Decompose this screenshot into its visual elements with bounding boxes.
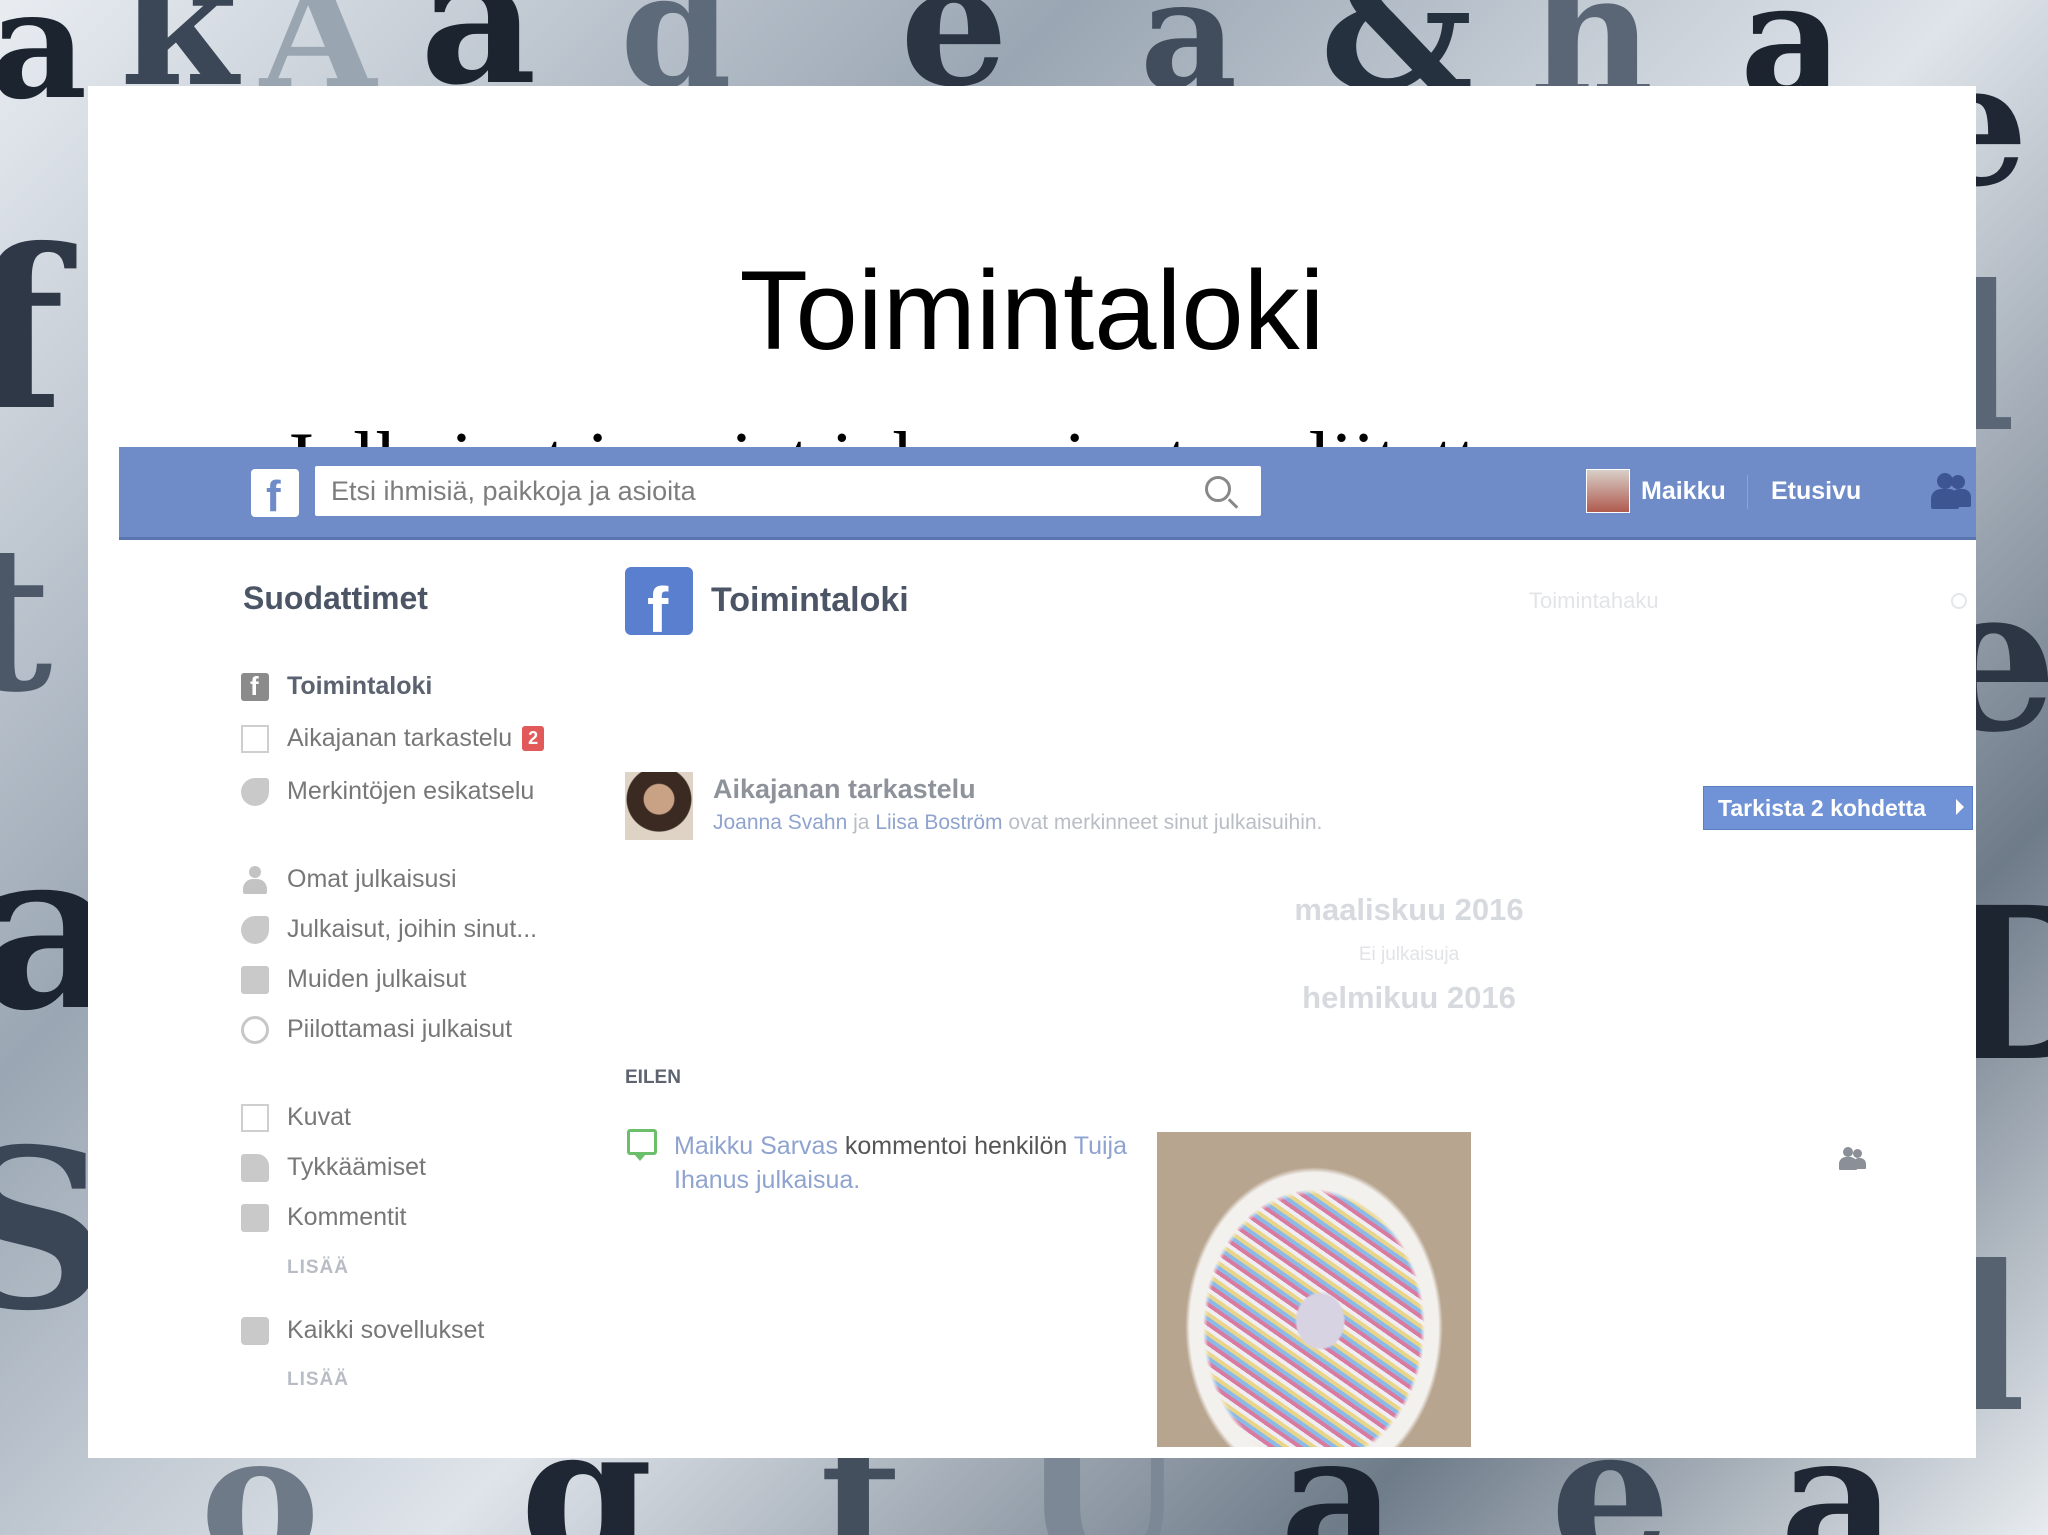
month-heading: maaliskuu 2016 bbox=[1294, 892, 1524, 927]
sidebar-item-label: Kaikki sovellukset bbox=[287, 1316, 485, 1344]
sidebar-item-label: Aikajanan tarkastelu bbox=[287, 724, 513, 752]
chevron-right-icon bbox=[1956, 799, 1964, 815]
slide-title: Toimintaloki bbox=[739, 248, 1325, 373]
timeline-icon bbox=[241, 724, 269, 753]
activity-search-input[interactable] bbox=[1527, 587, 1931, 615]
global-search-input[interactable] bbox=[329, 472, 1193, 510]
actor-link[interactable]: Maikku Sarvas bbox=[674, 1132, 838, 1160]
activity-search-box[interactable] bbox=[1527, 587, 1967, 621]
review-items-button-label: Tarkista 2 kohdetta bbox=[1718, 795, 1926, 821]
review-items-button[interactable]: Tarkista 2 kohdetta bbox=[1703, 786, 1973, 830]
search-icon[interactable] bbox=[1951, 593, 1967, 609]
photos-icon bbox=[241, 1103, 269, 1132]
user-avatar[interactable] bbox=[1586, 469, 1630, 513]
post-thumbnail[interactable] bbox=[1157, 1132, 1471, 1447]
sidebar-item-label: Merkintöjen esikatselu bbox=[287, 777, 535, 805]
sidebar-item-others-posts[interactable]: Muiden julkaisut bbox=[241, 965, 466, 994]
comment-icon bbox=[627, 1129, 657, 1161]
review-description: Joanna Svahn ja Liisa Boström ovat merki… bbox=[713, 811, 1322, 835]
friend-avatar[interactable] bbox=[625, 772, 693, 840]
sidebar-item-photos[interactable]: Kuvat bbox=[241, 1103, 351, 1132]
tag-icon bbox=[241, 915, 269, 944]
sidebar-item-hidden-posts[interactable]: Piilottamasi julkaisut bbox=[241, 1015, 512, 1044]
top-navigation-bar: f Maikku Etusivu bbox=[119, 447, 1976, 540]
sidebar-item-activity-log[interactable]: Toimintaloki bbox=[241, 671, 433, 702]
facebook-icon bbox=[241, 671, 269, 702]
activity-text: Maikku Sarvas kommentoi henkilön Tuija I… bbox=[674, 1129, 1154, 1197]
more-link[interactable]: LISÄÄ bbox=[287, 1369, 349, 1391]
facebook-logo-icon[interactable]: f bbox=[251, 469, 299, 521]
search-icon[interactable] bbox=[1205, 476, 1231, 502]
activity-verb: kommentoi henkilön bbox=[844, 1132, 1068, 1160]
sidebar-item-label: Julkaisut, joihin sinut... bbox=[287, 915, 538, 943]
tag-icon bbox=[241, 777, 269, 806]
hidden-icon bbox=[241, 1015, 269, 1044]
sidebar-item-label: Toimintaloki bbox=[287, 672, 433, 700]
sidebar-item-label: Tykkäämiset bbox=[287, 1153, 426, 1181]
more-link[interactable]: LISÄÄ bbox=[287, 1257, 349, 1279]
comment-icon bbox=[241, 1203, 269, 1232]
sidebar-item-likes[interactable]: Tykkäämiset bbox=[241, 1153, 426, 1182]
nav-divider bbox=[1747, 475, 1748, 509]
sidebar-item-label: Omat julkaisusi bbox=[287, 865, 457, 893]
sidebar-item-all-apps[interactable]: Kaikki sovellukset bbox=[241, 1316, 484, 1345]
global-search-box[interactable] bbox=[315, 466, 1261, 516]
filters-heading: Suodattimet bbox=[243, 580, 428, 616]
review-title[interactable]: Aikajanan tarkastelu bbox=[713, 774, 976, 805]
friend-requests-icon[interactable] bbox=[1929, 473, 1971, 511]
home-link[interactable]: Etusivu bbox=[1771, 477, 1861, 506]
page-title: Toimintaloki bbox=[711, 581, 909, 619]
conjunction-text: ja bbox=[853, 811, 870, 834]
sidebar-item-comments[interactable]: Kommentit bbox=[241, 1203, 406, 1232]
facebook-icon: f bbox=[625, 567, 693, 646]
sidebar-item-your-posts[interactable]: Omat julkaisusi bbox=[241, 865, 457, 894]
sidebar-item-label: Muiden julkaisut bbox=[287, 965, 467, 993]
sidebar-item-label: Kuvat bbox=[287, 1103, 351, 1131]
notification-badge: 2 bbox=[522, 726, 545, 751]
facebook-screenshot: f Maikku Etusivu Suodattimet Toimintalok… bbox=[119, 447, 1976, 1447]
sidebar-item-timeline-review[interactable]: Aikajanan tarkastelu 2 bbox=[241, 724, 545, 753]
sidebar-item-tagged-posts[interactable]: Julkaisut, joihin sinut... bbox=[241, 915, 537, 944]
apps-icon bbox=[241, 1316, 269, 1345]
person-icon bbox=[241, 865, 269, 894]
month-heading: helmikuu 2016 bbox=[1302, 980, 1516, 1015]
friends-audience-icon[interactable] bbox=[1837, 1147, 1867, 1171]
friend-link[interactable]: Liisa Boström bbox=[875, 811, 1002, 834]
friend-link[interactable]: Joanna Svahn bbox=[713, 811, 847, 834]
sidebar-item-label: Kommentit bbox=[287, 1203, 407, 1231]
section-heading: EILEN bbox=[625, 1067, 681, 1088]
sidebar-item-tag-review[interactable]: Merkintöjen esikatselu bbox=[241, 777, 534, 806]
profile-link[interactable]: Maikku bbox=[1641, 477, 1726, 506]
like-icon bbox=[241, 1153, 269, 1182]
review-text: ovat merkinneet sinut julkaisuihin. bbox=[1008, 811, 1323, 834]
sidebar-item-label: Piilottamasi julkaisut bbox=[287, 1015, 513, 1043]
no-posts-text: Ei julkaisuja bbox=[1358, 944, 1460, 965]
chat-icon bbox=[241, 965, 269, 994]
